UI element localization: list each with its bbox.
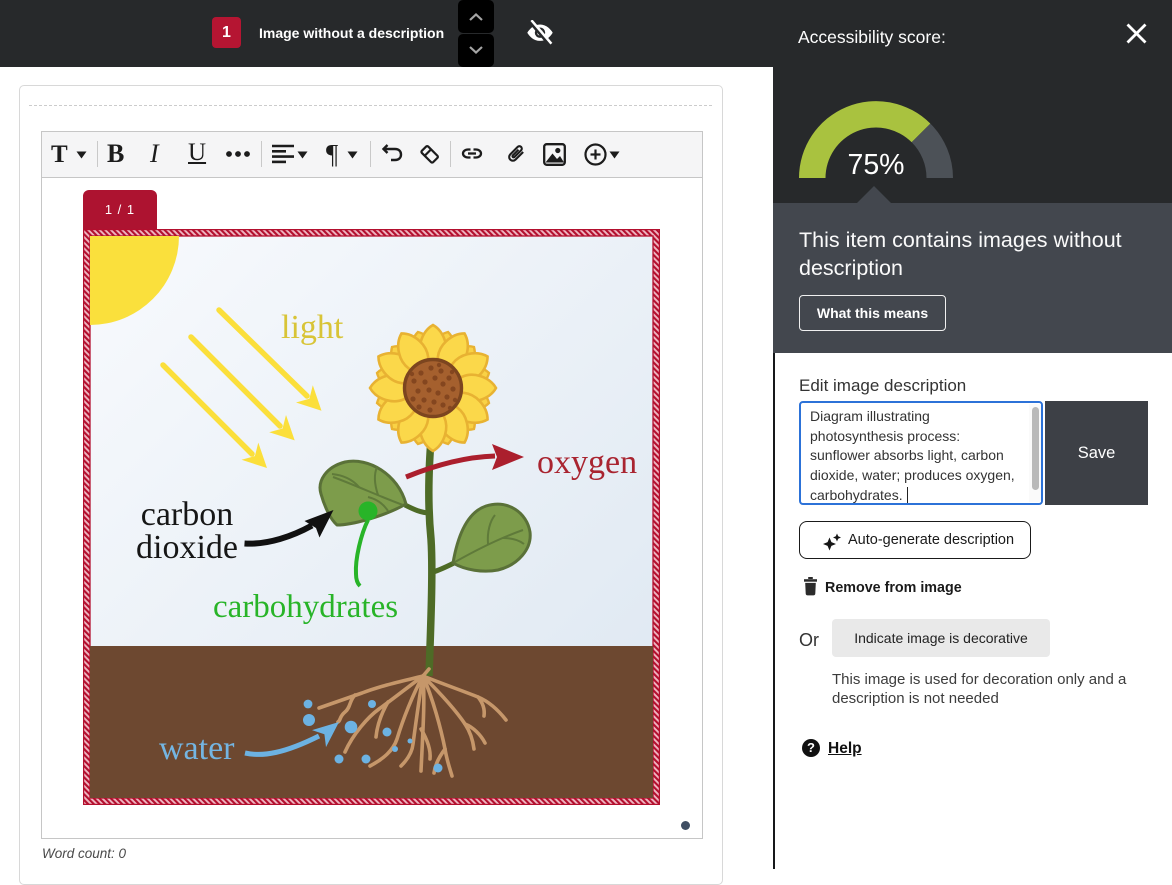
svg-text:carbohydrates: carbohydrates [213, 589, 398, 625]
svg-text:oxygen: oxygen [537, 444, 637, 481]
svg-text:dioxide: dioxide [136, 529, 238, 566]
svg-text:light: light [281, 309, 344, 346]
svg-text:water: water [159, 730, 235, 767]
svg-text:carbon: carbon [141, 496, 234, 533]
